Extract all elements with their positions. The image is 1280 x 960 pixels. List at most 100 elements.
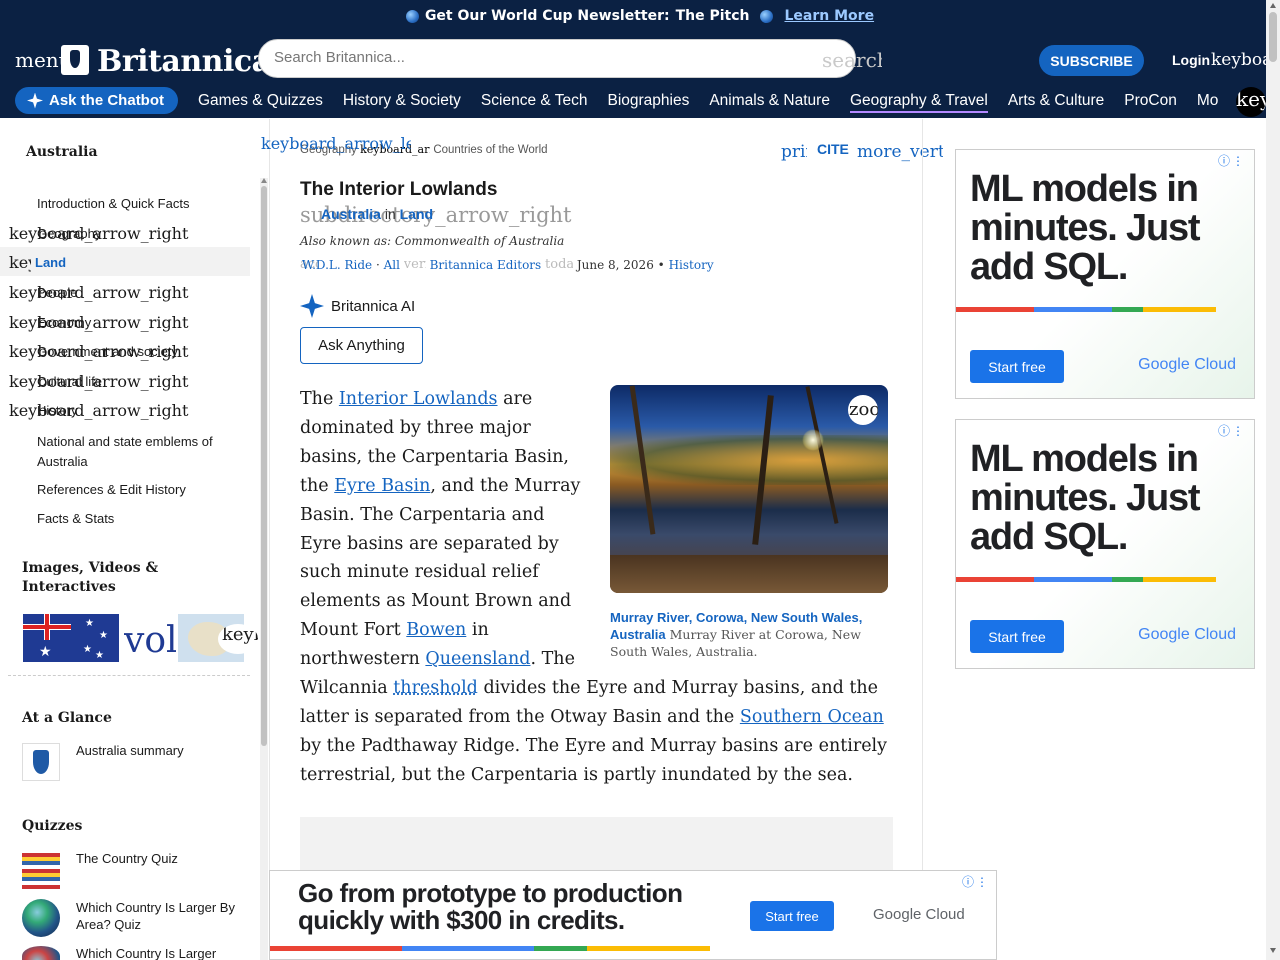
britannica-thistle-icon[interactable] [61,45,89,75]
quiz-label: Which Country Is Larger [76,946,217,960]
parent-section-line: Australia in Land [321,206,433,222]
editors-link[interactable]: Britannica Editors [430,258,542,272]
queensland-link[interactable]: Queensland [425,649,530,669]
southern-ocean-link[interactable]: Southern Ocean [740,707,884,727]
glance-item-label: Australia summary [76,743,184,758]
google-cloud-logo: Google Cloud [1138,356,1236,374]
ask-chatbot-button[interactable]: Ask the Chatbot [15,87,178,114]
sparkle-icon [27,92,43,109]
toc-expand-icon[interactable]: keyboard_arrow_right [9,372,188,391]
article-body: zoom_in Murray River, Corowa, New South … [300,385,890,790]
murray-river-photo[interactable]: zoom_in [610,385,888,593]
interior-lowlands-link[interactable]: Interior Lowlands [339,389,498,409]
ad-headline: ML models in minutes. Just add SQL. [970,438,1201,558]
byline: account_circle W.D.L. Ride · All verifie… [300,257,714,272]
nav-item[interactable]: Animals & Nature [709,92,830,113]
nav-item[interactable]: Arts & Culture [1008,92,1104,113]
quiz-item[interactable]: Which Country Is Larger [22,946,216,960]
glance-item[interactable]: Australia summary [22,743,184,781]
ad-headline: ML models in minutes. Just add SQL. [970,168,1201,288]
ad-start-free-button[interactable]: Start free [750,901,834,931]
zoom-icon[interactable]: zoom_in [848,395,878,425]
ad-card[interactable]: ⓘ⋮ ML models in minutes. Just add SQL. S… [955,419,1255,669]
nav-item-active[interactable]: Geography & Travel [849,92,988,113]
main-nav: Games & Quizzes History & Society Scienc… [198,92,1218,113]
parent-article-link[interactable]: Australia [321,206,381,222]
nav-item[interactable]: Mo [1197,92,1219,113]
parent-in-text: in [384,206,396,222]
menu-icon[interactable]: menu [15,48,61,72]
toc-expand-icon[interactable]: keyboard_arrow_right [9,253,31,272]
body-text: The [300,389,334,409]
author-link[interactable]: W.D.L. Ride [302,258,372,272]
toc-expand-icon[interactable]: keyboard_arrow_right [9,401,188,420]
learn-more-link[interactable]: Learn More [785,8,875,24]
flags-quiz-thumbnail [22,851,60,889]
brand-text: Google Cloud [1138,626,1236,643]
search-input[interactable] [274,49,794,66]
toc-expand-icon[interactable]: keyboard_arrow_right [9,224,188,243]
chevron-down-icon[interactable]: keyboard_arrow_down [1211,50,1269,70]
carousel-next-icon[interactable]: keyb [218,624,258,654]
threshold-link[interactable]: threshold [393,678,478,698]
australia-flag-thumbnail[interactable]: ★ ★ ★ ★ ★ [23,614,119,662]
quiz-item[interactable]: Which Country Is Larger By Area? Quiz [22,899,236,937]
toc-title[interactable]: Australia [26,144,98,160]
toc-item[interactable]: National and state emblems of Australia [37,432,237,472]
nav-item[interactable]: Biographies [607,92,689,113]
toc-item-active[interactable]: Land [35,255,66,270]
divider [922,119,923,960]
globe-quiz-thumbnail [22,899,60,937]
australia-summary-thumbnail [22,743,60,781]
all-authors-link[interactable]: All [384,258,400,272]
eyre-basin-link[interactable]: Eyre Basin [334,476,430,496]
ad-color-bar [270,946,710,951]
nav-item[interactable]: Science & Tech [481,92,588,113]
video-volume-icon[interactable]: vol [124,620,176,661]
nav-item[interactable]: Games & Quizzes [198,92,323,113]
toc-item[interactable]: References & Edit History [37,482,186,497]
print-icon[interactable]: print [781,142,807,162]
ad-card[interactable]: ⓘ⋮ ML models in minutes. Just add SQL. S… [955,149,1255,399]
search-box[interactable] [258,39,856,78]
bottom-ad-banner[interactable]: ⓘ⋮ Go from prototype to production quick… [269,870,997,960]
parent-section-link[interactable]: Land [400,206,433,222]
toc-expand-icon[interactable]: keyboard_arrow_right [9,342,188,361]
back-arrow-icon[interactable]: keyboard_arrow_left [261,134,411,153]
ad-info-icon[interactable]: ⓘ⋮ [1218,422,1246,439]
page-scrollbar[interactable] [1266,0,1280,960]
nav-item[interactable]: ProCon [1124,92,1177,113]
search-icon[interactable]: search [822,48,882,72]
glance-section-title: At a Glance [22,710,112,726]
cite-button[interactable]: CITE [817,141,849,157]
google-cloud-logo: Google Cloud [1138,626,1236,644]
toc-expand-icon[interactable]: keyboard_arrow_right [9,283,188,302]
nav-item[interactable]: History & Society [343,92,461,113]
ad-start-free-button[interactable]: Start free [970,620,1064,653]
updated-date: June 8, 2026 [576,258,654,272]
ad-info-icon[interactable]: ⓘ⋮ [962,873,990,890]
ad-color-bar [956,307,1216,312]
breadcrumb-item[interactable]: Countries of the World [433,144,547,156]
ad-headline: Go from prototype to production quickly … [298,878,683,935]
more-options-icon[interactable]: more_vert [857,142,943,162]
logo[interactable]: Britannica [97,44,271,79]
login-link[interactable]: Login [1172,52,1210,68]
article-title: The Interior Lowlands [300,179,498,200]
toc-scrollbar[interactable] [260,178,268,960]
nav-scroll-right-icon[interactable]: keyboard_arrow_right [1236,87,1266,117]
ad-info-icon[interactable]: ⓘ⋮ [1218,152,1246,169]
brand-text: Google Cloud [1138,356,1236,373]
globe-icon [759,9,773,23]
ad-start-free-button[interactable]: Start free [970,350,1064,383]
ask-anything-button[interactable]: Ask Anything [300,327,423,364]
bowen-link[interactable]: Bowen [406,620,466,640]
toc-item[interactable]: Facts & Stats [37,511,114,526]
subscribe-button[interactable]: SUBSCRIBE [1039,45,1144,76]
body-text: by the Padthaway Ridge. The Eyre and Mur… [300,735,888,785]
toc-expand-icon[interactable]: keyboard_arrow_right [9,313,188,332]
quiz-item[interactable]: The Country Quiz [22,851,178,889]
divider [269,119,270,960]
toc-item[interactable]: Introduction & Quick Facts [37,196,189,211]
history-link[interactable]: History [669,258,714,272]
